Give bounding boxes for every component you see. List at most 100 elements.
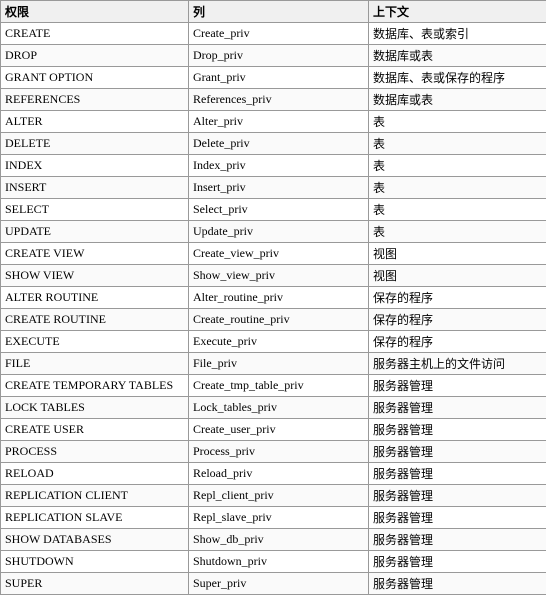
table-cell: Delete_priv xyxy=(189,133,369,155)
table-cell: 服务器管理 xyxy=(369,375,546,397)
table-cell: References_priv xyxy=(189,89,369,111)
table-cell: 服务器管理 xyxy=(369,419,546,441)
table-cell: CREATE xyxy=(1,23,189,45)
table-row: UPDATEUpdate_priv表 xyxy=(1,221,546,243)
table-row: REFERENCESReferences_priv数据库或表 xyxy=(1,89,546,111)
table-row: CREATE USERCreate_user_priv服务器管理 xyxy=(1,419,546,441)
table-cell: Create_tmp_table_priv xyxy=(189,375,369,397)
table-cell: Show_view_priv xyxy=(189,265,369,287)
table-row: SHOW VIEWShow_view_priv视图 xyxy=(1,265,546,287)
table-cell: 表 xyxy=(369,155,546,177)
table-row: CREATE VIEWCreate_view_priv视图 xyxy=(1,243,546,265)
table-row: RELOADReload_priv服务器管理 xyxy=(1,463,546,485)
table-cell: CREATE USER xyxy=(1,419,189,441)
table-row: ALTER ROUTINEAlter_routine_priv保存的程序 xyxy=(1,287,546,309)
table-row: SUPERSuper_priv服务器管理 xyxy=(1,573,546,595)
table-cell: 表 xyxy=(369,177,546,199)
table-cell: SHOW VIEW xyxy=(1,265,189,287)
table-row: INSERTInsert_priv表 xyxy=(1,177,546,199)
table-cell: 数据库或表 xyxy=(369,45,546,67)
table-cell: Create_routine_priv xyxy=(189,309,369,331)
table-cell: Shutdown_priv xyxy=(189,551,369,573)
table-header-row: 权限 列 上下文 xyxy=(1,1,546,23)
table-cell: Grant_priv xyxy=(189,67,369,89)
table-cell: 保存的程序 xyxy=(369,331,546,353)
table-cell: 服务器管理 xyxy=(369,485,546,507)
table-cell: ALTER ROUTINE xyxy=(1,287,189,309)
table-cell: File_priv xyxy=(189,353,369,375)
table-row: FILEFile_priv服务器主机上的文件访问 xyxy=(1,353,546,375)
table-cell: 服务器管理 xyxy=(369,507,546,529)
table-cell: SELECT xyxy=(1,199,189,221)
table-row: PROCESSProcess_priv服务器管理 xyxy=(1,441,546,463)
table-cell: 表 xyxy=(369,111,546,133)
table-cell: 数据库、表或保存的程序 xyxy=(369,67,546,89)
table-cell: RELOAD xyxy=(1,463,189,485)
table-row: CREATE ROUTINECreate_routine_priv保存的程序 xyxy=(1,309,546,331)
table-cell: CREATE TEMPORARY TABLES xyxy=(1,375,189,397)
table-cell: INSERT xyxy=(1,177,189,199)
table-cell: 视图 xyxy=(369,265,546,287)
table-cell: INDEX xyxy=(1,155,189,177)
table-cell: Drop_priv xyxy=(189,45,369,67)
table-cell: Insert_priv xyxy=(189,177,369,199)
table-cell: Update_priv xyxy=(189,221,369,243)
table-cell: 服务器管理 xyxy=(369,463,546,485)
table-cell: 表 xyxy=(369,199,546,221)
table-cell: PROCESS xyxy=(1,441,189,463)
table-cell: DELETE xyxy=(1,133,189,155)
table-cell: Create_view_priv xyxy=(189,243,369,265)
privileges-table: 权限 列 上下文 CREATECreate_priv数据库、表或索引DROPDr… xyxy=(0,0,546,595)
table-cell: 表 xyxy=(369,133,546,155)
table-cell: 服务器管理 xyxy=(369,551,546,573)
table-row: REPLICATION CLIENTRepl_client_priv服务器管理 xyxy=(1,485,546,507)
table-cell: 表 xyxy=(369,221,546,243)
table-row: SELECTSelect_priv表 xyxy=(1,199,546,221)
table-cell: CREATE VIEW xyxy=(1,243,189,265)
table-cell: Select_priv xyxy=(189,199,369,221)
table-cell: SHOW DATABASES xyxy=(1,529,189,551)
table-cell: REFERENCES xyxy=(1,89,189,111)
table-row: LOCK TABLESLock_tables_priv服务器管理 xyxy=(1,397,546,419)
table-cell: UPDATE xyxy=(1,221,189,243)
table-cell: LOCK TABLES xyxy=(1,397,189,419)
table-cell: 保存的程序 xyxy=(369,287,546,309)
table-cell: 视图 xyxy=(369,243,546,265)
table-cell: 数据库、表或索引 xyxy=(369,23,546,45)
table-cell: SHUTDOWN xyxy=(1,551,189,573)
table-row: SHOW DATABASESShow_db_priv服务器管理 xyxy=(1,529,546,551)
table-cell: Create_priv xyxy=(189,23,369,45)
table-cell: 服务器管理 xyxy=(369,529,546,551)
table-cell: Lock_tables_priv xyxy=(189,397,369,419)
table-cell: Process_priv xyxy=(189,441,369,463)
table-row: DROPDrop_priv数据库或表 xyxy=(1,45,546,67)
table-cell: 保存的程序 xyxy=(369,309,546,331)
table-row: GRANT OPTIONGrant_priv数据库、表或保存的程序 xyxy=(1,67,546,89)
header-context: 上下文 xyxy=(369,1,546,23)
table-row: CREATE TEMPORARY TABLESCreate_tmp_table_… xyxy=(1,375,546,397)
table-row: CREATECreate_priv数据库、表或索引 xyxy=(1,23,546,45)
table-cell: CREATE ROUTINE xyxy=(1,309,189,331)
table-row: DELETEDelete_priv表 xyxy=(1,133,546,155)
table-cell: 服务器主机上的文件访问 xyxy=(369,353,546,375)
table-row: REPLICATION SLAVERepl_slave_priv服务器管理 xyxy=(1,507,546,529)
table-cell: Repl_slave_priv xyxy=(189,507,369,529)
table-row: ALTERAlter_priv表 xyxy=(1,111,546,133)
table-row: EXECUTEExecute_priv保存的程序 xyxy=(1,331,546,353)
table-cell: Alter_routine_priv xyxy=(189,287,369,309)
header-column: 列 xyxy=(189,1,369,23)
table-cell: Create_user_priv xyxy=(189,419,369,441)
table-cell: EXECUTE xyxy=(1,331,189,353)
table-row: INDEXIndex_priv表 xyxy=(1,155,546,177)
table-cell: Alter_priv xyxy=(189,111,369,133)
header-privilege: 权限 xyxy=(1,1,189,23)
table-cell: Super_priv xyxy=(189,573,369,595)
table-cell: SUPER xyxy=(1,573,189,595)
table-cell: GRANT OPTION xyxy=(1,67,189,89)
table-cell: REPLICATION CLIENT xyxy=(1,485,189,507)
table-cell: 服务器管理 xyxy=(369,573,546,595)
table-cell: ALTER xyxy=(1,111,189,133)
table-cell: Execute_priv xyxy=(189,331,369,353)
table-cell: Index_priv xyxy=(189,155,369,177)
table-cell: FILE xyxy=(1,353,189,375)
